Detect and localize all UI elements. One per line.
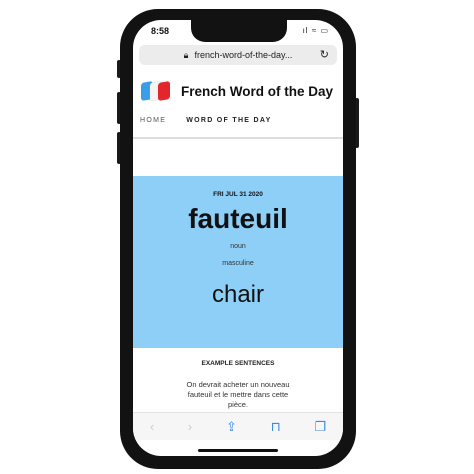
status-icons: ıl ≈ ▭: [303, 26, 329, 35]
url-text: french-word-of-the-day...: [194, 50, 293, 60]
phone-screen: 8:58 ıl ≈ ▭ 🔒︎ french-word-of-the-day...…: [133, 20, 343, 456]
site-header: French Word of the Day: [133, 74, 343, 108]
share-icon[interactable]: ⇪: [226, 419, 237, 435]
back-icon[interactable]: ‹: [150, 419, 154, 434]
home-indicator[interactable]: [198, 449, 278, 452]
signal-icon: ıl: [302, 26, 309, 35]
battery-icon: ▭: [320, 26, 329, 35]
nav-home[interactable]: HOME: [140, 117, 166, 124]
reload-icon[interactable]: ↻: [320, 48, 329, 61]
divider: [133, 137, 343, 139]
translation: chair: [211, 281, 265, 308]
example-sentence: On devrait acheter un nouveau fauteuil e…: [186, 380, 290, 409]
tabs-icon[interactable]: ❐: [314, 419, 326, 435]
example-section: EXAMPLE SENTENCES On devrait acheter un …: [133, 360, 343, 410]
notch: [191, 20, 287, 42]
french-word: fauteuil: [188, 203, 288, 234]
nav-word-of-the-day[interactable]: WORD OF THE DAY: [186, 117, 271, 124]
gender: masculine: [222, 260, 254, 267]
wifi-icon: ≈: [311, 26, 318, 35]
word-card: FRI JUL 31 2020 fauteuil noun masculine …: [133, 176, 343, 348]
word-date: FRI JUL 31 2020: [213, 191, 263, 198]
example-heading: EXAMPLE SENTENCES: [201, 360, 275, 367]
main-nav: HOME WORD OF THE DAY: [140, 117, 272, 124]
site-title[interactable]: French Word of the Day: [181, 84, 333, 99]
status-time: 8:58: [151, 26, 170, 36]
lock-icon: 🔒︎: [183, 49, 189, 60]
browser-toolbar: ‹ › ⇪ ⊓ ❐: [133, 412, 343, 440]
address-bar[interactable]: 🔒︎ french-word-of-the-day... ↻: [139, 45, 337, 65]
forward-icon[interactable]: ›: [188, 419, 192, 434]
part-of-speech: noun: [230, 243, 246, 250]
bookmarks-icon[interactable]: ⊓: [271, 419, 281, 435]
french-flag-logo-icon[interactable]: [141, 80, 171, 102]
